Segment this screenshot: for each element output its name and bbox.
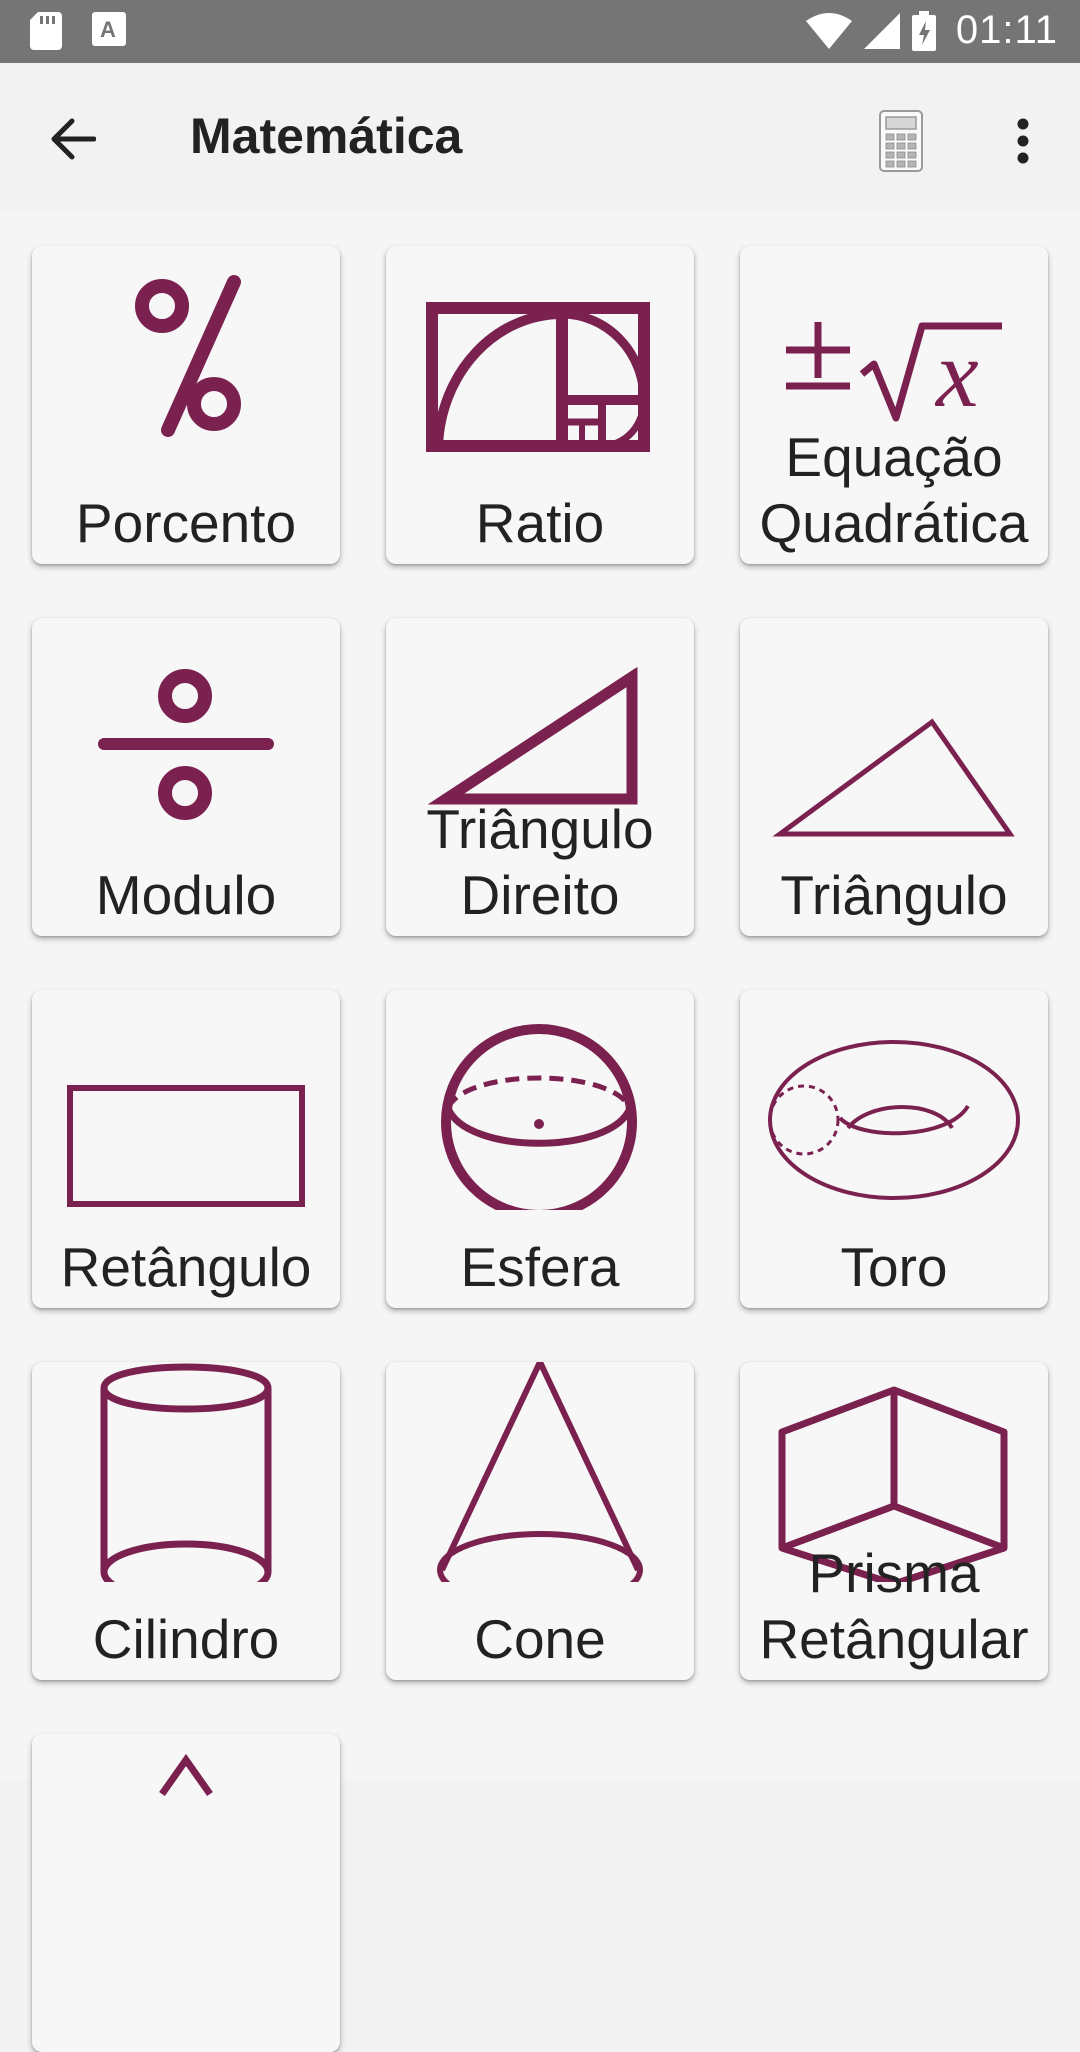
golden-ratio-icon — [426, 302, 650, 452]
triangle-icon — [772, 718, 1015, 837]
calculator-button[interactable] — [868, 101, 934, 181]
tile-piramide[interactable] — [32, 1734, 340, 2052]
tile-label: Cone — [474, 1608, 606, 1670]
font-notification-icon: A — [92, 12, 126, 46]
tile-label: Toro — [840, 1236, 948, 1298]
arrow-back-icon — [51, 118, 96, 160]
wifi-icon — [805, 12, 852, 49]
rectangle-icon — [67, 1085, 305, 1207]
tile-label: Porcento — [75, 492, 297, 554]
tile-label: Triângulo Direito — [426, 798, 654, 926]
tile-equacao-quadratica[interactable]: x Equação Quadrática — [740, 246, 1048, 564]
cylinder-icon — [100, 1363, 272, 1582]
calculator-icon — [879, 110, 923, 172]
modulo-icon — [98, 669, 274, 820]
overflow-menu-button[interactable] — [990, 106, 1056, 176]
tile-label: Triângulo — [780, 864, 1008, 926]
sphere-icon — [441, 1024, 637, 1210]
percent-icon — [135, 275, 241, 437]
tile-label: Equação Quadrática — [759, 426, 1029, 554]
status-bar: A 01:11 — [0, 0, 1080, 63]
tile-label: Retângulo — [60, 1236, 312, 1298]
tile-retangulo[interactable]: Retângulo — [32, 990, 340, 1308]
app-bar: Matemática — [0, 63, 1080, 210]
pyramid-icon — [159, 1753, 213, 1797]
tile-porcento[interactable]: Porcento — [32, 246, 340, 564]
calculator-grid: Porcento Ratio x Equação Quadrática Modu… — [0, 210, 1080, 2052]
tile-label: Ratio — [475, 492, 605, 554]
battery-charging-icon — [911, 10, 936, 51]
tile-cilindro[interactable]: Cilindro — [32, 1362, 340, 1680]
tile-label: Modulo — [95, 864, 277, 926]
tile-modulo[interactable]: Modulo — [32, 618, 340, 936]
tile-triangulo-direito[interactable]: Triângulo Direito — [386, 618, 694, 936]
tile-prisma-retangular[interactable]: Prisma Retângular — [740, 1362, 1048, 1680]
tile-esfera[interactable]: Esfera — [386, 990, 694, 1308]
signal-icon — [863, 12, 900, 49]
tile-toro[interactable]: Toro — [740, 990, 1048, 1308]
tile-ratio[interactable]: Ratio — [386, 246, 694, 564]
tile-label: Prisma Retângular — [759, 1542, 1029, 1670]
page-title: Matemática — [190, 108, 463, 164]
tile-cone[interactable]: Cone — [386, 1362, 694, 1680]
back-button[interactable] — [40, 106, 106, 172]
cone-icon — [437, 1362, 643, 1582]
tile-triangulo[interactable]: Triângulo — [740, 618, 1048, 936]
svg-text:A: A — [100, 17, 116, 42]
tile-label: Cilindro — [92, 1608, 280, 1670]
more-vert-icon — [1017, 118, 1029, 164]
sd-card-icon — [30, 12, 62, 50]
svg-text:x: x — [934, 320, 979, 427]
torus-icon — [768, 1040, 1020, 1200]
tile-label: Esfera — [460, 1236, 620, 1298]
status-time: 01:11 — [955, 8, 1058, 52]
